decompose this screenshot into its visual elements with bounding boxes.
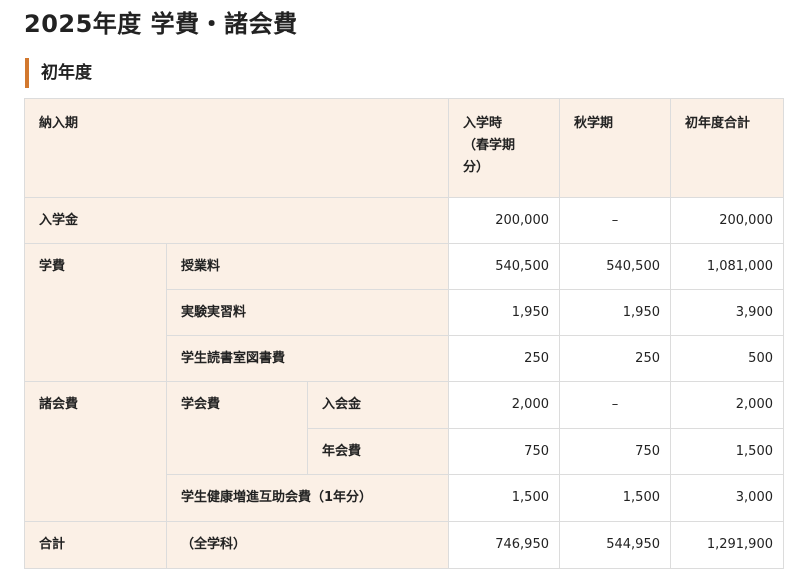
header-entry-label: 入学時: [463, 116, 503, 131]
cell-value: 250: [448, 335, 560, 382]
row-label-total: 合計: [24, 521, 167, 569]
cell-value: 500: [670, 335, 784, 382]
header-entry-note: （春学期: [463, 138, 516, 153]
group-label-tuition: 学費: [24, 243, 167, 382]
cell-value: 1,500: [670, 428, 784, 475]
row-label-reading: 学生読書室図書費: [166, 335, 449, 382]
cell-value: 1,081,000: [670, 243, 784, 290]
cell-value: 1,500: [559, 474, 671, 522]
row-note-total: （全学科）: [166, 521, 449, 569]
cell-value: 2,000: [670, 381, 784, 429]
cell-value: 2,000: [448, 381, 560, 429]
header-autumn: 秋学期: [559, 98, 671, 198]
cell-value: 200,000: [670, 197, 784, 244]
cell-value: 750: [559, 428, 671, 475]
cell-value: –: [559, 381, 671, 429]
page-title: 2025年度 学費・諸会費: [24, 10, 298, 38]
table-row-total: 合計 （全学科） 746,950 544,950 1,291,900: [24, 521, 784, 569]
cell-value: 1,291,900: [670, 521, 784, 569]
cell-value: –: [559, 197, 671, 244]
cell-value: 3,900: [670, 289, 784, 336]
header-period: 納入期: [24, 98, 449, 198]
cell-value: 250: [559, 335, 671, 382]
cell-value: 1,500: [448, 474, 560, 522]
header-total: 初年度合計: [670, 98, 784, 198]
cell-value: 540,500: [448, 243, 560, 290]
group-label-fees: 諸会費: [24, 381, 167, 522]
row-label-lab: 実験実習料: [166, 289, 449, 336]
row-label-join-fee: 入会金: [307, 381, 449, 429]
section-title: 初年度: [25, 58, 92, 88]
cell-value: 750: [448, 428, 560, 475]
cell-value: 3,000: [670, 474, 784, 522]
table-row: 入学金 200,000 – 200,000: [24, 197, 784, 244]
table-row: 学費 授業料 540,500 540,500 1,081,000: [24, 243, 784, 382]
cell-value: 746,950: [448, 521, 560, 569]
row-label-health: 学生健康増進互助会費（1年分）: [166, 474, 449, 522]
cell-value: 1,950: [448, 289, 560, 336]
row-label-tuition: 授業料: [166, 243, 449, 290]
table-row: 諸会費 学会費 入会金 2,000 – 2,000: [24, 381, 784, 522]
header-entry-note-end: 分）: [463, 160, 490, 175]
row-label-admission: 入学金: [24, 197, 449, 244]
cell-value: 540,500: [559, 243, 671, 290]
group-label-society: 学会費: [166, 381, 308, 475]
row-label-annual-fee: 年会費: [307, 428, 449, 475]
cell-value: 1,950: [559, 289, 671, 336]
fee-table: 納入期 入学時 （春学期 分） 秋学期 初年度合計 入学金 200,000 – …: [24, 98, 784, 569]
header-entry: 入学時 （春学期 分）: [448, 98, 560, 198]
cell-value: 544,950: [559, 521, 671, 569]
header-row: 納入期 入学時 （春学期 分） 秋学期 初年度合計: [24, 98, 784, 198]
cell-value: 200,000: [448, 197, 560, 244]
